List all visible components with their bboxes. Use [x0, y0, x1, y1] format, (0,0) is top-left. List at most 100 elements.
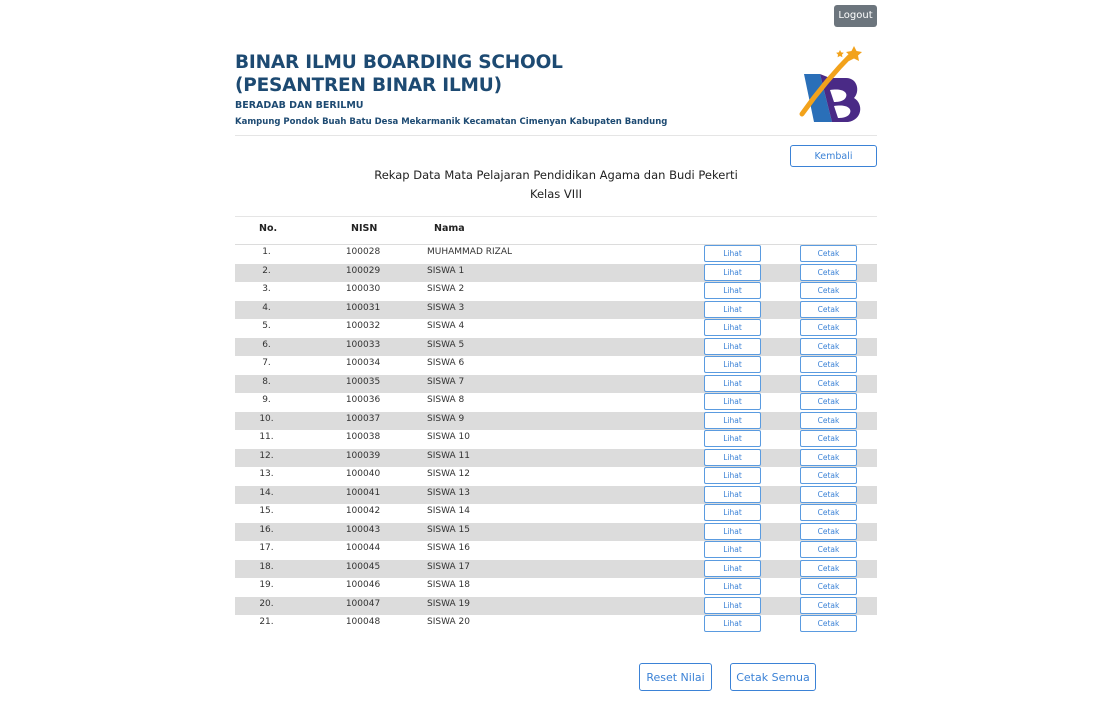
- view-button[interactable]: Lihat: [704, 245, 761, 262]
- report-heading: Rekap Data Mata Pelajaran Pendidikan Aga…: [235, 166, 877, 204]
- row-number: 7.: [262, 358, 271, 368]
- table-row: 9. 100036 SISWA 8 Lihat Cetak: [235, 393, 877, 412]
- table-row: 13. 100040 SISWA 12 Lihat Cetak: [235, 467, 877, 486]
- print-button[interactable]: Cetak: [800, 393, 857, 410]
- school-title-line1: BINAR ILMU BOARDING SCHOOL: [235, 52, 563, 73]
- print-button[interactable]: Cetak: [800, 337, 857, 355]
- view-button[interactable]: Lihat: [704, 374, 761, 392]
- row-nisn: 100036: [345, 395, 381, 405]
- view-button[interactable]: Lihat: [704, 596, 761, 614]
- view-button[interactable]: Lihat: [704, 411, 761, 429]
- row-number: 13.: [259, 469, 274, 479]
- table-row: 14. 100041 SISWA 13 Lihat Cetak: [235, 485, 877, 504]
- print-button[interactable]: Cetak: [800, 356, 857, 373]
- view-button[interactable]: Lihat: [704, 393, 761, 410]
- print-button[interactable]: Cetak: [800, 319, 857, 336]
- view-button[interactable]: Lihat: [704, 467, 761, 484]
- row-number: 20.: [259, 598, 274, 609]
- print-button[interactable]: Cetak: [800, 411, 857, 429]
- view-button[interactable]: Lihat: [704, 522, 761, 540]
- view-button[interactable]: Lihat: [704, 485, 761, 503]
- row-name: SISWA 9: [427, 413, 465, 424]
- student-table-body: 1. 100028 MUHAMMAD RIZAL Lihat Cetak 2. 100029…: [235, 245, 877, 634]
- row-nisn: 100030: [345, 284, 381, 294]
- view-button[interactable]: Lihat: [704, 356, 761, 373]
- view-button[interactable]: Lihat: [704, 448, 761, 466]
- table-row: 20. 100047 SISWA 19 Lihat Cetak: [235, 596, 877, 615]
- row-name: SISWA 19: [427, 598, 470, 609]
- view-button[interactable]: Lihat: [704, 578, 761, 595]
- row-nisn: 100046: [345, 580, 381, 590]
- print-all-button[interactable]: Cetak Semua: [730, 663, 816, 691]
- row-name: SISWA 17: [427, 561, 470, 572]
- row-nisn: 100034: [345, 358, 381, 368]
- row-nisn: 100044: [345, 543, 381, 553]
- table-row: 15. 100042 SISWA 14 Lihat Cetak: [235, 504, 877, 523]
- row-nisn: 100038: [345, 432, 381, 442]
- print-button[interactable]: Cetak: [800, 504, 857, 521]
- row-nisn: 100040: [345, 469, 381, 479]
- print-button[interactable]: Cetak: [800, 522, 857, 540]
- row-name: SISWA 5: [427, 339, 465, 350]
- view-button[interactable]: Lihat: [704, 319, 761, 336]
- table-row: 12. 100039 SISWA 11 Lihat Cetak: [235, 448, 877, 467]
- logout-button[interactable]: Logout: [834, 5, 877, 27]
- print-button[interactable]: Cetak: [800, 263, 857, 281]
- row-number: 10.: [259, 413, 274, 424]
- row-name: SISWA 1: [427, 265, 465, 276]
- print-button[interactable]: Cetak: [800, 467, 857, 484]
- school-header: BINAR ILMU BOARDING SCHOOL (PESANTREN BI…: [235, 52, 667, 127]
- view-button[interactable]: Lihat: [704, 300, 761, 318]
- print-button[interactable]: Cetak: [800, 282, 857, 299]
- row-name: SISWA 20: [427, 617, 470, 627]
- school-logo-icon: [799, 46, 862, 122]
- reset-grades-button[interactable]: Reset Nilai: [639, 663, 712, 691]
- table-row: 10. 100037 SISWA 9 Lihat Cetak: [235, 411, 877, 430]
- header-divider: [235, 135, 877, 136]
- print-button[interactable]: Cetak: [800, 374, 857, 392]
- view-button[interactable]: Lihat: [704, 337, 761, 355]
- print-button[interactable]: Cetak: [800, 300, 857, 318]
- print-button[interactable]: Cetak: [800, 541, 857, 558]
- row-number: 9.: [262, 395, 271, 405]
- table-row: 5. 100032 SISWA 4 Lihat Cetak: [235, 319, 877, 338]
- back-button[interactable]: Kembali: [790, 145, 877, 167]
- row-name: SISWA 10: [427, 432, 470, 442]
- row-number: 3.: [262, 284, 271, 294]
- print-button[interactable]: Cetak: [800, 615, 857, 632]
- row-number: 4.: [262, 302, 271, 313]
- row-number: 16.: [259, 524, 274, 535]
- table-row: 4. 100031 SISWA 3 Lihat Cetak: [235, 300, 877, 319]
- row-name: SISWA 15: [427, 524, 470, 535]
- row-number: 17.: [259, 543, 274, 553]
- row-nisn: 100045: [345, 561, 381, 572]
- table-row: 3. 100030 SISWA 2 Lihat Cetak: [235, 282, 877, 301]
- row-name: SISWA 16: [427, 543, 470, 553]
- row-nisn: 100029: [345, 265, 381, 276]
- print-button[interactable]: Cetak: [800, 245, 857, 262]
- view-button[interactable]: Lihat: [704, 559, 761, 577]
- row-name: MUHAMMAD RIZAL: [427, 247, 512, 257]
- print-button[interactable]: Cetak: [800, 578, 857, 595]
- row-nisn: 100035: [345, 376, 381, 387]
- view-button[interactable]: Lihat: [704, 430, 761, 447]
- print-button[interactable]: Cetak: [800, 596, 857, 614]
- row-number: 14.: [259, 487, 274, 498]
- view-button[interactable]: Lihat: [704, 541, 761, 558]
- school-title-line2: (PESANTREN BINAR ILMU): [235, 74, 502, 96]
- table-row: 18. 100045 SISWA 17 Lihat Cetak: [235, 559, 877, 578]
- school-tagline: BERADAB DAN BERILMU: [235, 100, 364, 111]
- row-nisn: 100047: [345, 598, 381, 609]
- row-name: SISWA 18: [427, 580, 470, 590]
- row-nisn: 100028: [345, 247, 381, 257]
- row-nisn: 100033: [345, 339, 381, 350]
- view-button[interactable]: Lihat: [704, 504, 761, 521]
- table-row: 6. 100033 SISWA 5 Lihat Cetak: [235, 337, 877, 356]
- print-button[interactable]: Cetak: [800, 448, 857, 466]
- print-button[interactable]: Cetak: [800, 430, 857, 447]
- view-button[interactable]: Lihat: [704, 263, 761, 281]
- print-button[interactable]: Cetak: [800, 485, 857, 503]
- view-button[interactable]: Lihat: [704, 615, 761, 632]
- view-button[interactable]: Lihat: [704, 282, 761, 299]
- print-button[interactable]: Cetak: [800, 559, 857, 577]
